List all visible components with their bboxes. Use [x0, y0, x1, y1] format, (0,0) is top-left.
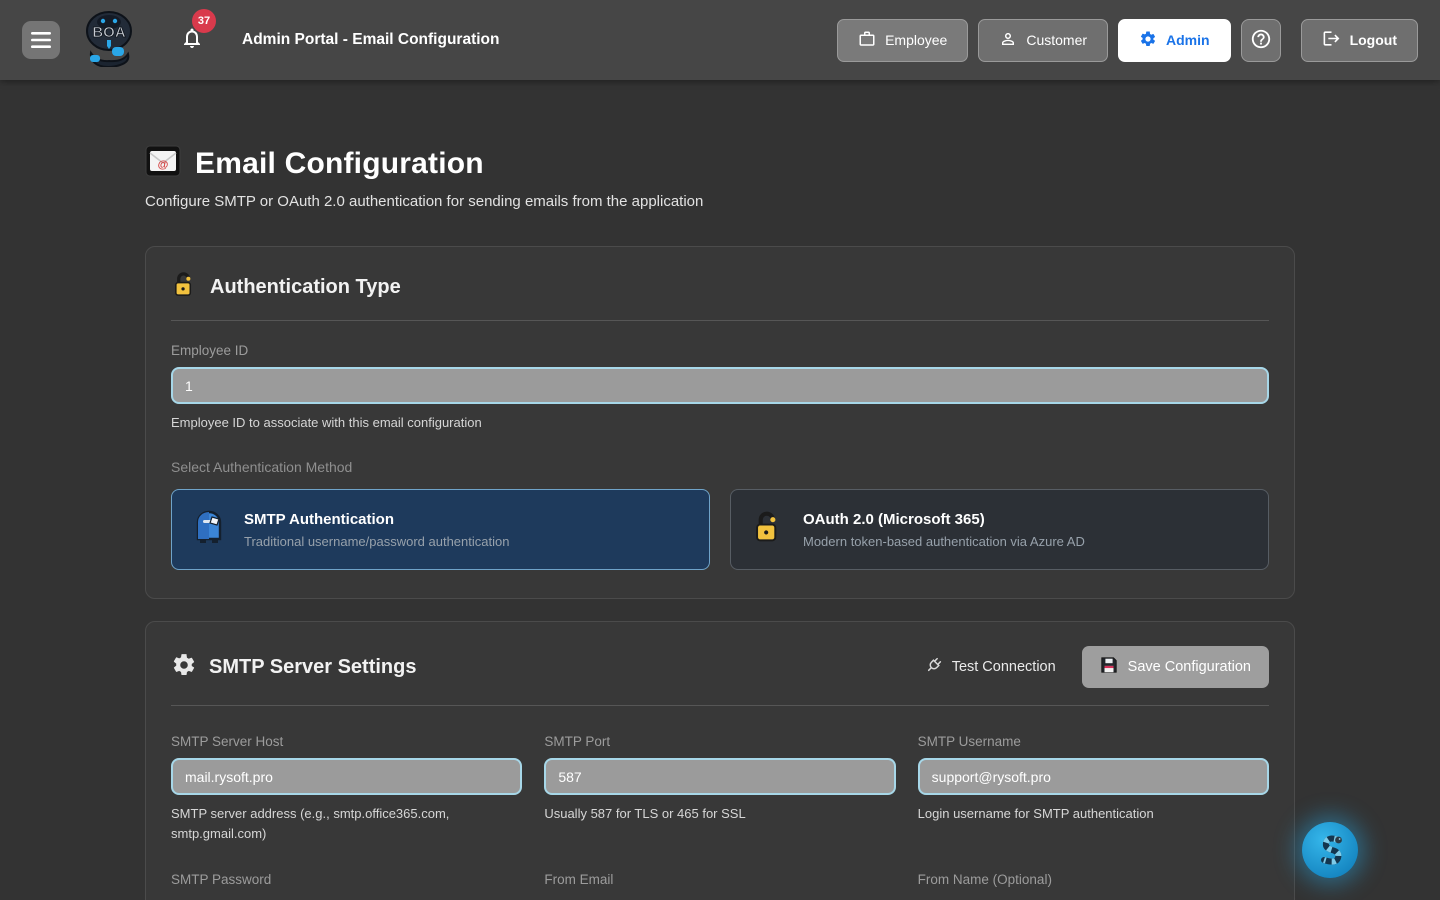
navbar-actions: Employee Customer Admin Logout: [837, 19, 1418, 62]
svg-text:BOA: BOA: [92, 24, 126, 41]
person-icon: [999, 30, 1017, 51]
employee-id-input[interactable]: [171, 367, 1269, 404]
smtp-card-title: SMTP Server Settings: [209, 656, 416, 679]
page-header: @ Email Configuration Configure SMTP or …: [145, 144, 1295, 210]
test-connection-label: Test Connection: [952, 659, 1056, 675]
lock-open-icon: [751, 510, 785, 549]
plug-icon: [925, 656, 943, 678]
auth-method-options: SMTP Authentication Traditional username…: [171, 489, 1269, 570]
briefcase-icon: [858, 30, 876, 51]
smtp-host-input[interactable]: [171, 758, 522, 795]
bell-icon: [180, 38, 204, 55]
employee-id-label: Employee ID: [171, 343, 1269, 358]
menu-button[interactable]: [22, 21, 60, 59]
smtp-fields-row-1: SMTP Server Host SMTP server address (e.…: [171, 712, 1269, 844]
smtp-username-input[interactable]: [918, 758, 1269, 795]
cobra-logo-icon: BOA: [82, 9, 136, 67]
smtp-username-field: SMTP Username Login username for SMTP au…: [918, 712, 1269, 844]
customer-button[interactable]: Customer: [978, 19, 1108, 62]
hamburger-icon: [31, 32, 51, 48]
test-connection-button[interactable]: Test Connection: [925, 656, 1056, 678]
snake-icon: [1313, 832, 1347, 869]
main-content: @ Email Configuration Configure SMTP or …: [145, 144, 1295, 900]
smtp-password-label: SMTP Password: [171, 872, 522, 887]
smtp-port-field: SMTP Port Usually 587 for TLS or 465 for…: [544, 712, 895, 844]
save-configuration-button[interactable]: Save Configuration: [1082, 646, 1269, 688]
smtp-auth-option[interactable]: SMTP Authentication Traditional username…: [171, 489, 710, 570]
employee-button-label: Employee: [885, 32, 947, 48]
employee-id-helper: Employee ID to associate with this email…: [171, 413, 1269, 433]
smtp-host-field: SMTP Server Host SMTP server address (e.…: [171, 712, 522, 844]
smtp-port-helper: Usually 587 for TLS or 465 for SSL: [544, 804, 895, 824]
divider: [171, 320, 1269, 321]
smtp-port-label: SMTP Port: [544, 734, 895, 749]
admin-button[interactable]: Admin: [1118, 19, 1231, 62]
oauth-option[interactable]: OAuth 2.0 (Microsoft 365) Modern token-b…: [730, 489, 1269, 570]
smtp-username-label: SMTP Username: [918, 734, 1269, 749]
save-configuration-label: Save Configuration: [1128, 659, 1251, 675]
question-icon: [1250, 28, 1272, 53]
auth-method-label: Select Authentication Method: [171, 459, 1269, 475]
from-email-label: From Email: [544, 872, 895, 887]
oauth-title: OAuth 2.0 (Microsoft 365): [803, 511, 1085, 528]
smtp-auth-subtitle: Traditional username/password authentica…: [244, 534, 509, 549]
oauth-subtitle: Modern token-based authentication via Az…: [803, 534, 1085, 549]
navbar-title: Admin Portal - Email Configuration: [242, 31, 499, 49]
smtp-host-helper: SMTP server address (e.g., smtp.office36…: [171, 804, 522, 844]
authentication-type-card: Authentication Type Employee ID Employee…: [145, 246, 1295, 599]
logout-icon: [1322, 29, 1341, 51]
notification-badge: 37: [192, 9, 216, 33]
employee-button[interactable]: Employee: [837, 19, 968, 62]
notifications[interactable]: 37: [180, 25, 204, 56]
logout-button[interactable]: Logout: [1301, 19, 1418, 62]
top-navbar: BOA 37 Admin Portal - Email Configuratio…: [0, 0, 1440, 80]
email-icon: @: [145, 144, 181, 183]
gear-icon: [1139, 30, 1157, 51]
app-logo: BOA: [82, 9, 136, 72]
lock-open-icon: [171, 271, 198, 303]
postbox-icon: [192, 509, 226, 550]
from-name-label: From Name (Optional): [918, 872, 1269, 887]
floppy-icon: [1100, 656, 1118, 678]
logout-button-label: Logout: [1350, 32, 1397, 48]
smtp-username-helper: Login username for SMTP authentication: [918, 804, 1269, 824]
page-title: Email Configuration: [195, 147, 484, 181]
page-subtitle: Configure SMTP or OAuth 2.0 authenticati…: [145, 193, 1295, 210]
customer-button-label: Customer: [1026, 32, 1087, 48]
smtp-port-input[interactable]: [544, 758, 895, 795]
admin-button-label: Admin: [1166, 32, 1210, 48]
smtp-settings-card: SMTP Server Settings Test Connection: [145, 621, 1295, 900]
divider: [171, 705, 1269, 706]
smtp-host-label: SMTP Server Host: [171, 734, 522, 749]
smtp-fields-row-2: SMTP Password From Email From Name (Opti…: [171, 850, 1269, 887]
assistant-fab-button[interactable]: [1302, 822, 1358, 878]
smtp-auth-title: SMTP Authentication: [244, 511, 509, 528]
auth-card-title: Authentication Type: [210, 276, 401, 299]
svg-text:@: @: [158, 159, 169, 171]
gear-icon: [171, 652, 197, 683]
help-button[interactable]: [1241, 19, 1281, 62]
